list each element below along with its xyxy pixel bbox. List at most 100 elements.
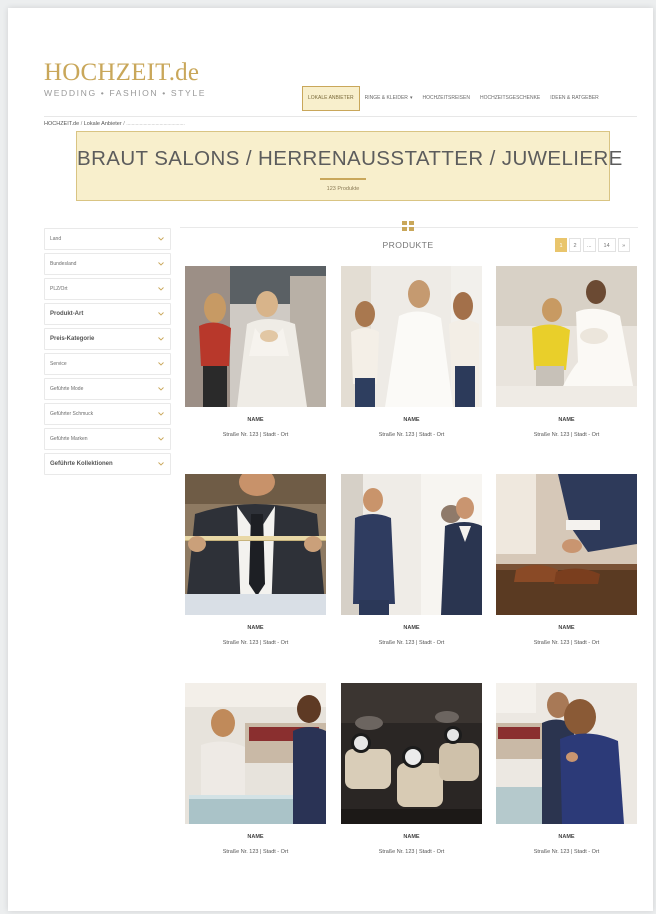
chevron-down-icon bbox=[157, 360, 165, 368]
chevron-down-icon bbox=[157, 385, 165, 393]
filter-land[interactable]: Land bbox=[44, 228, 171, 250]
grid-view-icon[interactable] bbox=[402, 221, 414, 231]
chevron-down-icon bbox=[157, 460, 165, 468]
filter-label: PLZ/Ort bbox=[50, 286, 68, 292]
main-nav: LOKALE ANBIETER RINGE & KLEIDER ▾ HOCHZEI… bbox=[302, 86, 604, 111]
product-count: 123 Produkte bbox=[326, 186, 360, 192]
product-card[interactable]: NAME Straße Nr. 123 | Stadt - Ort bbox=[185, 474, 326, 646]
product-address: Straße Nr. 123 | Stadt - Ort bbox=[222, 849, 289, 855]
product-address: Straße Nr. 123 | Stadt - Ort bbox=[378, 432, 445, 438]
product-name[interactable]: NAME bbox=[341, 625, 482, 631]
chevron-down-icon bbox=[157, 435, 165, 443]
filter-label: Geführte Mode bbox=[50, 386, 84, 392]
filter-gefuehrte-marken[interactable]: Geführte Marken bbox=[44, 428, 171, 450]
filter-label: Produkt-Art bbox=[50, 311, 84, 317]
chevron-down-icon bbox=[157, 410, 165, 418]
category-banner: BRAUT SALONS / HERRENAUSSTATTER / JUWELI… bbox=[76, 131, 623, 201]
product-name[interactable]: NAME bbox=[185, 834, 326, 840]
product-image-couple-jewelry[interactable] bbox=[496, 683, 637, 824]
product-name[interactable]: NAME bbox=[185, 625, 326, 631]
product-card[interactable]: NAME Straße Nr. 123 | Stadt - Ort bbox=[341, 683, 482, 855]
filter-gefuehrter-schmuck[interactable]: Geführter Schmuck bbox=[44, 403, 171, 425]
filter-preis-kategorie[interactable]: Preis-Kategorie bbox=[44, 328, 171, 350]
product-name[interactable]: NAME bbox=[496, 625, 637, 631]
page-title: BRAUT SALONS / HERRENAUSSTATTER / JUWELI… bbox=[77, 147, 623, 170]
product-address: Straße Nr. 123 | Stadt - Ort bbox=[533, 640, 600, 646]
filter-bundesland[interactable]: Bundesland bbox=[44, 253, 171, 275]
breadcrumb-separator: / bbox=[123, 121, 125, 127]
product-image-bridal-salon[interactable] bbox=[185, 266, 326, 407]
filter-gefuehrte-kollektionen[interactable]: Geführte Kollektionen bbox=[44, 453, 171, 475]
filter-label: Geführter Schmuck bbox=[50, 411, 94, 417]
nav-label: HOCHZEITSGESCHENKE bbox=[479, 95, 541, 101]
product-address: Straße Nr. 123 | Stadt - Ort bbox=[378, 640, 445, 646]
product-card[interactable]: NAME Straße Nr. 123 | Stadt - Ort bbox=[341, 474, 482, 646]
product-image-groom-shoes[interactable] bbox=[496, 474, 637, 615]
nav-item-hochzeitsreisen[interactable]: HOCHZEITSREISEN bbox=[417, 86, 475, 111]
breadcrumb-separator: / bbox=[80, 121, 83, 127]
nav-item-lokale-anbieter[interactable]: LOKALE ANBIETER bbox=[302, 86, 360, 111]
filter-sidebar: Land Bundesland PLZ/Ort Produkt-Art Prei… bbox=[44, 228, 171, 478]
header-divider bbox=[44, 116, 637, 117]
product-name[interactable]: NAME bbox=[185, 417, 326, 423]
breadcrumb-current[interactable]: Lokale Anbieter bbox=[84, 121, 122, 127]
chevron-down-icon bbox=[157, 335, 165, 343]
product-card[interactable]: NAME Straße Nr. 123 | Stadt - Ort bbox=[496, 266, 637, 438]
logo-tagline: WEDDING • FASHION • STYLE bbox=[44, 88, 207, 98]
product-image-groom-fitting[interactable] bbox=[341, 474, 482, 615]
product-name[interactable]: NAME bbox=[496, 834, 637, 840]
product-address: Straße Nr. 123 | Stadt - Ort bbox=[222, 640, 289, 646]
product-name[interactable]: NAME bbox=[496, 417, 637, 423]
filter-label: Geführte Kollektionen bbox=[50, 461, 113, 467]
banner-divider bbox=[320, 178, 366, 180]
product-card[interactable]: NAME Straße Nr. 123 | Stadt - Ort bbox=[185, 683, 326, 855]
product-card[interactable]: NAME Straße Nr. 123 | Stadt - Ort bbox=[341, 266, 482, 438]
chevron-down-icon bbox=[157, 260, 165, 268]
product-address: Straße Nr. 123 | Stadt - Ort bbox=[533, 432, 600, 438]
pagination: 1 2 ... 14 » bbox=[553, 238, 630, 252]
product-image-bride-seated[interactable] bbox=[496, 266, 637, 407]
filter-gefuehrte-mode[interactable]: Geführte Mode bbox=[44, 378, 171, 400]
filter-label: Geführte Marken bbox=[50, 436, 88, 442]
product-card[interactable]: NAME Straße Nr. 123 | Stadt - Ort bbox=[496, 683, 637, 855]
filter-label: Preis-Kategorie bbox=[50, 336, 95, 342]
page-button-1[interactable]: 1 bbox=[555, 238, 567, 252]
breadcrumb-home[interactable]: HOCHZEIT.de bbox=[44, 121, 79, 127]
nav-item-hochzeitsgeschenke[interactable]: HOCHZEITSGESCHENKE bbox=[475, 86, 545, 111]
nav-label: IDEEN & RATGEBER bbox=[550, 95, 599, 101]
nav-item-ideen-ratgeber[interactable]: IDEEN & RATGEBER bbox=[545, 86, 604, 111]
products-heading: PRODUKTE bbox=[382, 240, 434, 250]
filter-label: Land bbox=[50, 236, 62, 242]
nav-label: RINGE & KLEIDER bbox=[364, 95, 408, 101]
page: HOCHZEIT.de WEDDING • FASHION • STYLE LO… bbox=[8, 8, 653, 911]
product-image-suit-measuring[interactable] bbox=[185, 474, 326, 615]
chevron-down-icon bbox=[157, 235, 165, 243]
product-address: Straße Nr. 123 | Stadt - Ort bbox=[378, 849, 445, 855]
filter-label: Bundesland bbox=[50, 261, 77, 267]
site-logo[interactable]: HOCHZEIT.de WEDDING • FASHION • STYLE bbox=[44, 59, 207, 99]
product-card[interactable]: NAME Straße Nr. 123 | Stadt - Ort bbox=[185, 266, 326, 438]
filter-service[interactable]: Service bbox=[44, 353, 171, 375]
product-name[interactable]: NAME bbox=[341, 417, 482, 423]
product-image-watches[interactable] bbox=[341, 683, 482, 824]
breadcrumb-trail: ........................................… bbox=[126, 121, 185, 127]
breadcrumb: HOCHZEIT.de / Lokale Anbieter / ........… bbox=[44, 121, 185, 127]
filter-plz-ort[interactable]: PLZ/Ort bbox=[44, 278, 171, 300]
page-ellipsis: ... bbox=[583, 238, 596, 252]
nav-item-ringe-kleider[interactable]: RINGE & KLEIDER ▾ bbox=[360, 86, 418, 111]
page-button-2[interactable]: 2 bbox=[569, 238, 581, 252]
filter-label: Service bbox=[50, 361, 67, 367]
logo-wordmark: HOCHZEIT.de bbox=[44, 59, 200, 86]
product-address: Straße Nr. 123 | Stadt - Ort bbox=[533, 849, 600, 855]
product-image-bride-fitting[interactable] bbox=[341, 266, 482, 407]
dropdown-icon: ▾ bbox=[409, 95, 413, 101]
page-button-14[interactable]: 14 bbox=[597, 238, 616, 252]
product-image-jeweler[interactable] bbox=[185, 683, 326, 824]
chevron-down-icon bbox=[157, 310, 165, 318]
chevron-down-icon bbox=[157, 285, 165, 293]
filter-produkt-art[interactable]: Produkt-Art bbox=[44, 303, 171, 325]
product-name[interactable]: NAME bbox=[341, 834, 482, 840]
product-address: Straße Nr. 123 | Stadt - Ort bbox=[222, 432, 289, 438]
product-card[interactable]: NAME Straße Nr. 123 | Stadt - Ort bbox=[496, 474, 637, 646]
next-page-button[interactable]: » bbox=[617, 238, 630, 252]
